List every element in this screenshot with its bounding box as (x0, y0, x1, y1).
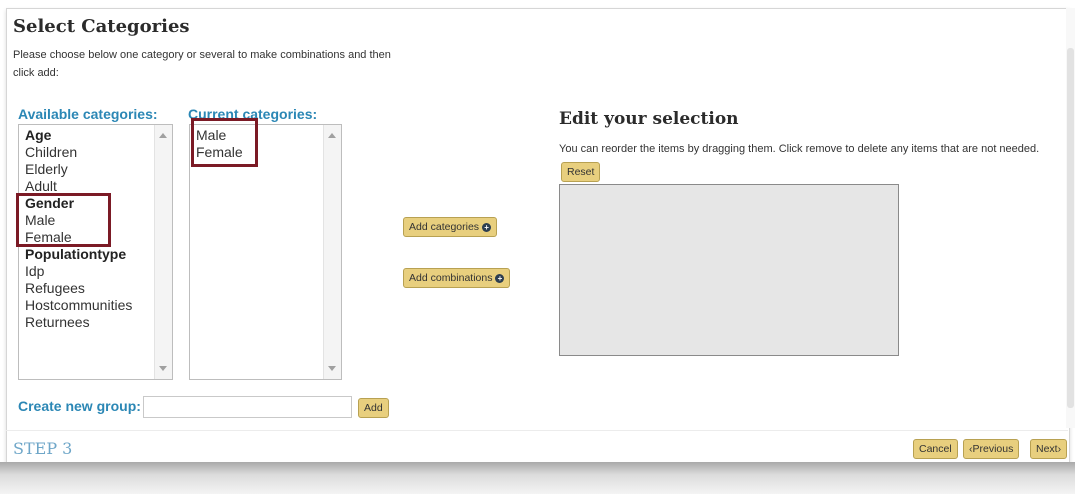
add-group-label: Add (364, 402, 383, 414)
dialog-title: Select Categories (13, 16, 190, 37)
category-option[interactable]: Elderly (25, 161, 132, 178)
selection-drop-area[interactable] (559, 184, 899, 356)
scroll-up-icon[interactable] (328, 133, 336, 138)
available-categories-heading: Available categories: (18, 106, 158, 122)
edit-description-text: You can reorder the items by dragging th… (559, 143, 1040, 155)
create-group-label: Create new group: (18, 398, 141, 414)
plus-circle-icon: + (482, 222, 492, 232)
current-categories-list[interactable]: Male Female (189, 124, 342, 380)
previous-label: ‹Previous (969, 443, 1014, 455)
current-categories-heading: Current categories: (188, 106, 318, 122)
category-option[interactable]: Children (25, 144, 132, 161)
available-list-scrollbar[interactable] (154, 125, 172, 379)
scroll-down-icon[interactable] (328, 366, 336, 371)
current-items: Male Female (196, 127, 243, 161)
add-group-button[interactable]: Add (358, 398, 389, 418)
reset-button[interactable]: Reset (561, 162, 601, 183)
current-list-scrollbar[interactable] (323, 125, 341, 379)
category-group-header: Gender (25, 195, 75, 211)
plus-circle-icon: + (495, 273, 505, 283)
scroll-up-icon[interactable] (159, 133, 167, 138)
footer-divider (6, 430, 1068, 431)
category-option[interactable]: Refugees (25, 280, 132, 297)
add-combinations-button[interactable]: Add combinations + (403, 268, 511, 288)
category-option[interactable]: Adult (25, 178, 132, 195)
edit-selection-title: Edit your selection (559, 109, 739, 129)
next-label: Next› (1036, 443, 1062, 455)
add-categories-label: Add categories (409, 221, 480, 233)
category-group-header: Populationtype (25, 246, 127, 262)
screenshot-shadow (0, 462, 1075, 494)
new-group-input[interactable] (143, 396, 352, 418)
available-categories-list[interactable]: Age Children Elderly Adult Gender Male Female P… (18, 124, 173, 380)
scroll-down-icon[interactable] (159, 366, 167, 371)
current-category-option[interactable]: Female (196, 144, 243, 161)
reset-label: Reset (567, 166, 595, 179)
scrollbar-thumb[interactable] (1067, 48, 1074, 408)
step-indicator: STEP 3 (13, 439, 73, 458)
category-option[interactable]: Female (25, 229, 132, 246)
available-items: Age Children Elderly Adult Gender Male Female P… (25, 127, 132, 331)
category-option[interactable]: Hostcommunities (25, 297, 132, 314)
cancel-label: Cancel (919, 443, 952, 455)
add-combinations-label: Add combinations (409, 272, 493, 284)
instructions-text: Please choose below one category or seve… (13, 49, 391, 79)
current-category-option[interactable]: Male (196, 127, 243, 144)
edit-selection-description: You can reorder the items by dragging th… (559, 138, 1059, 184)
add-categories-button[interactable]: Add categories + (403, 217, 498, 237)
category-option[interactable]: Returnees (25, 314, 132, 331)
cancel-button[interactable]: Cancel (913, 439, 958, 459)
category-group-header: Age (25, 127, 52, 143)
category-option[interactable]: Male (25, 212, 132, 229)
dialog-scrollbar[interactable] (1066, 8, 1075, 428)
previous-button[interactable]: ‹Previous (963, 439, 1020, 459)
next-button[interactable]: Next› (1030, 439, 1068, 459)
category-option[interactable]: Idp (25, 263, 132, 280)
